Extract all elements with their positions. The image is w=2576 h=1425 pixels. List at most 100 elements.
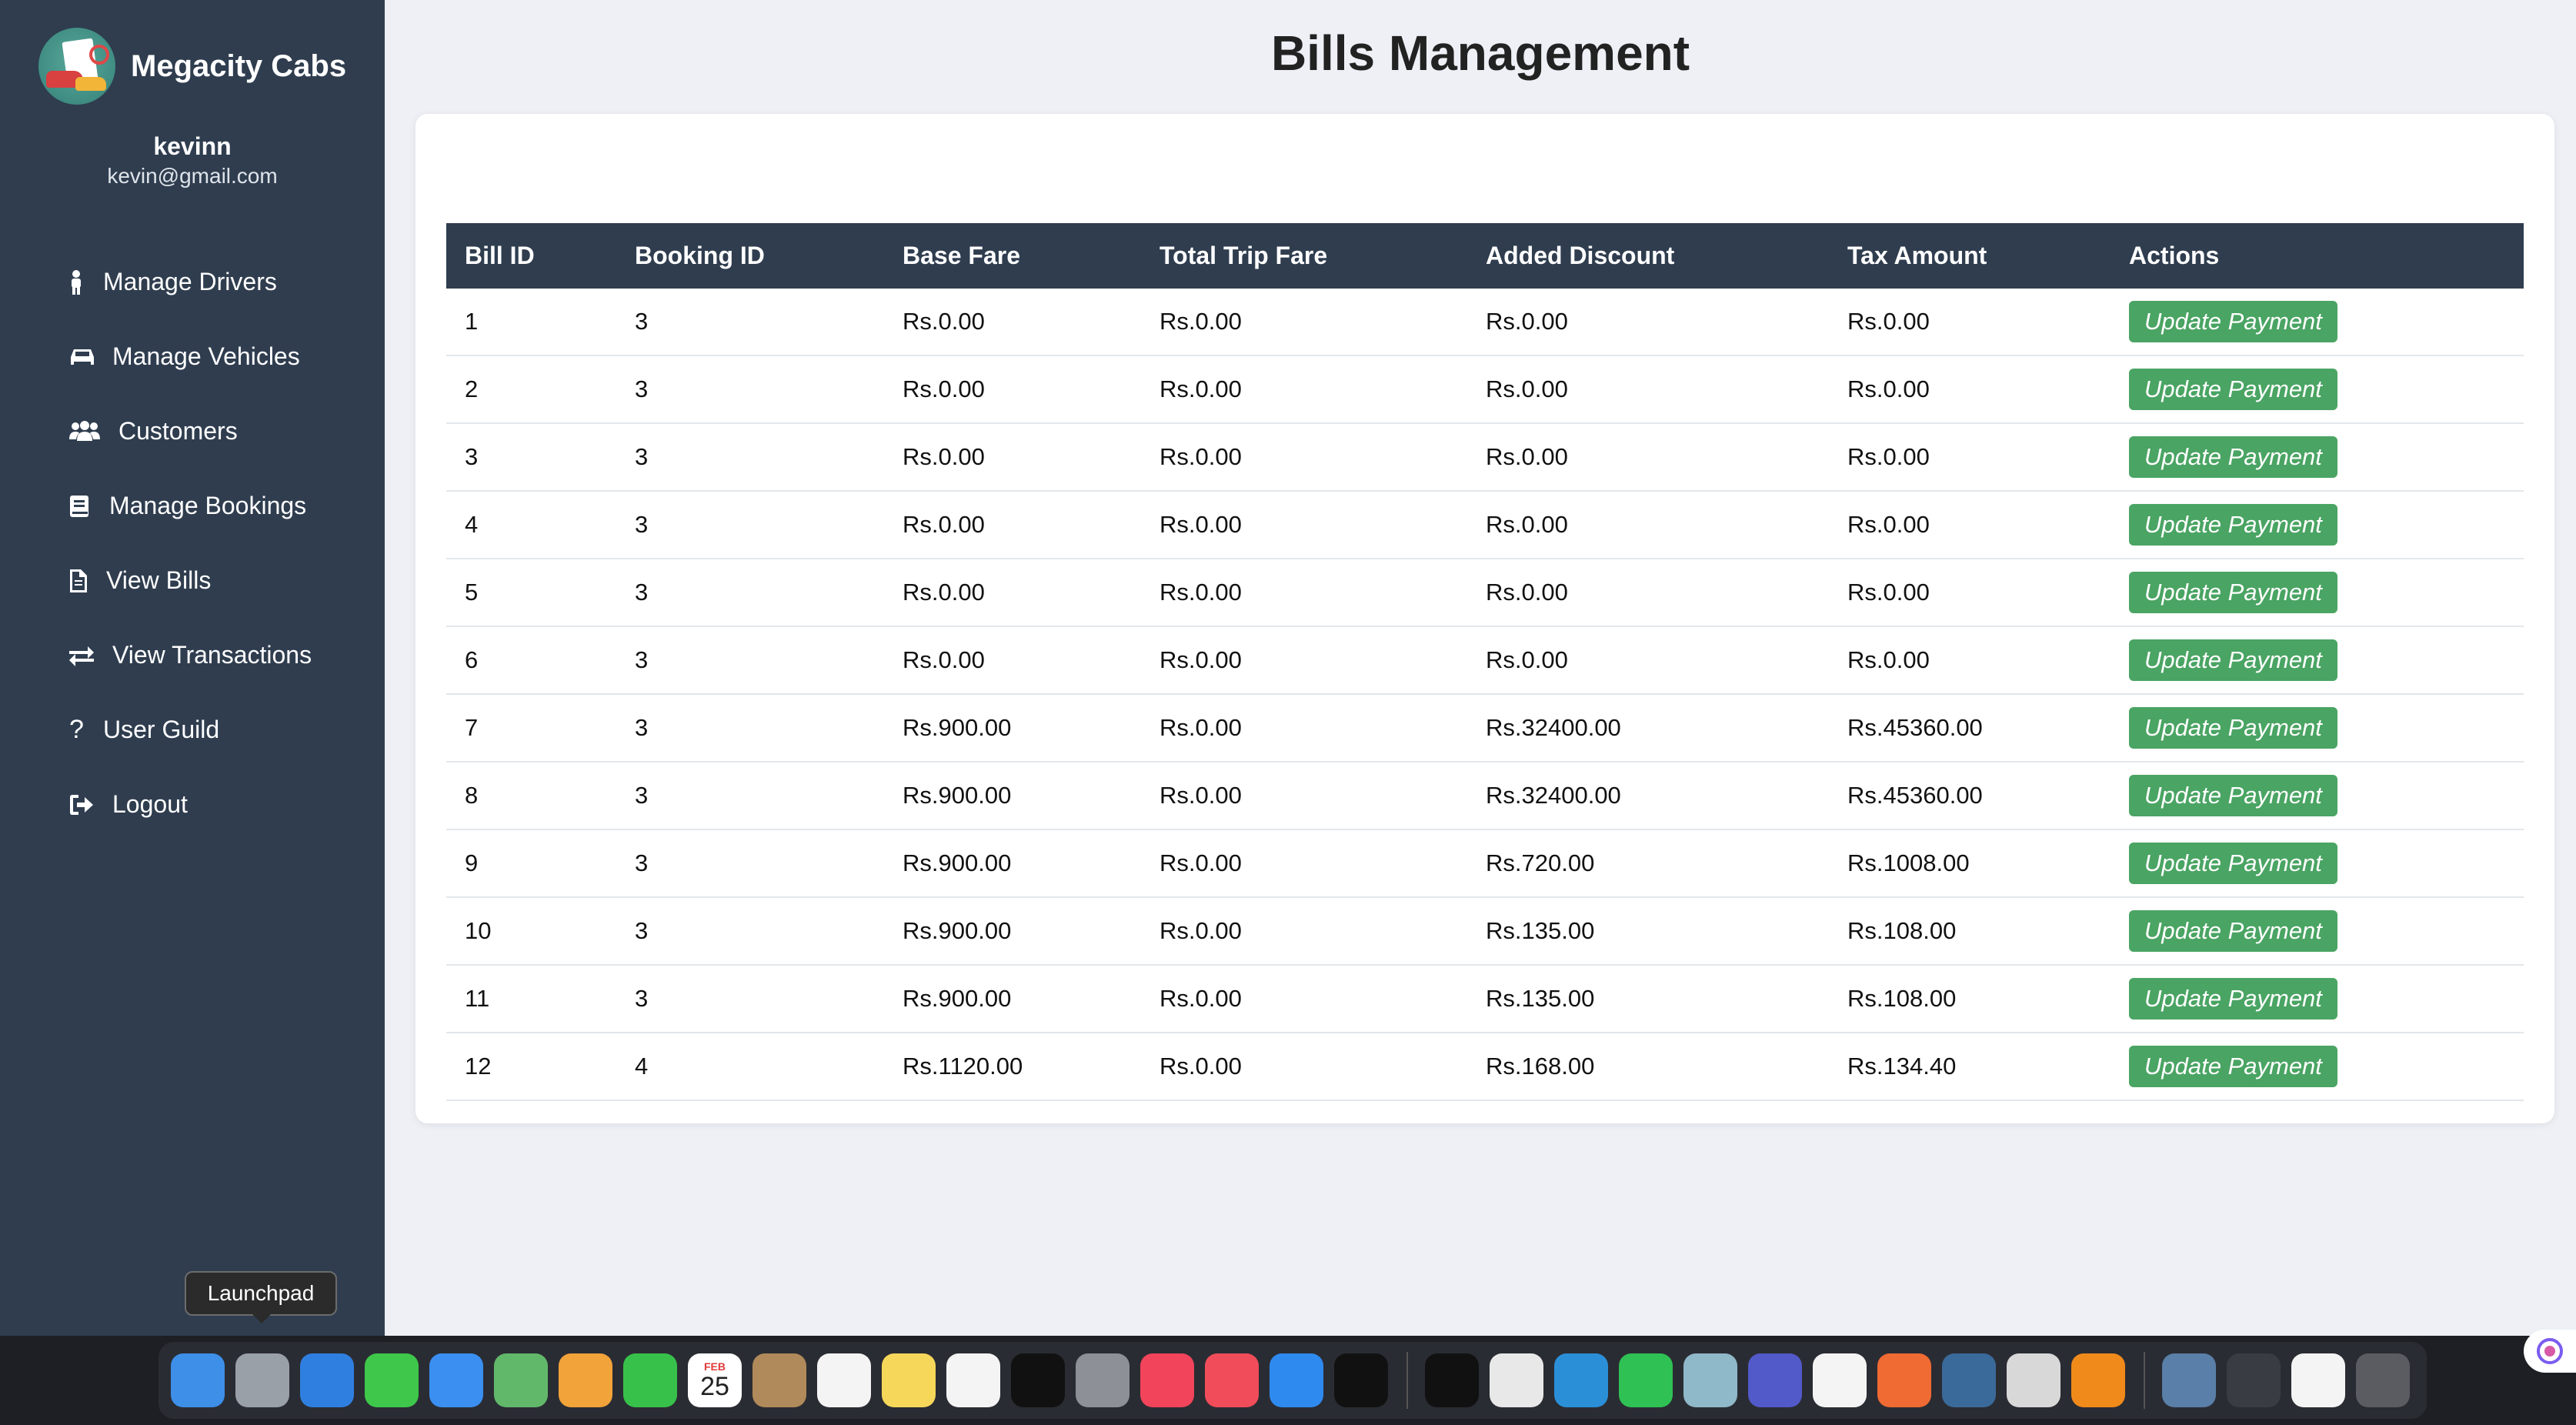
actions-cell: Update Payment bbox=[2111, 289, 2524, 356]
logout-icon bbox=[69, 793, 112, 816]
table-cell: 4 bbox=[446, 491, 616, 559]
appletv-icon[interactable] bbox=[1011, 1353, 1065, 1407]
brand[interactable]: Megacity Cabs bbox=[38, 28, 346, 105]
column-header[interactable]: Added Discount bbox=[1467, 223, 1829, 289]
table-cell: Rs.0.00 bbox=[1141, 289, 1467, 356]
trash-icon[interactable] bbox=[2356, 1353, 2410, 1407]
sidebar-item-manage-bookings[interactable]: Manage Bookings bbox=[69, 469, 312, 543]
sidebar-item-logout[interactable]: Logout bbox=[69, 767, 312, 842]
hexagon-app-icon[interactable] bbox=[1683, 1353, 1737, 1407]
vlc-icon[interactable] bbox=[2071, 1353, 2125, 1407]
sidebar-item-label: Manage Drivers bbox=[103, 268, 277, 295]
sidebar-item-view-bills[interactable]: View Bills bbox=[69, 543, 312, 618]
finder-icon[interactable] bbox=[171, 1353, 225, 1407]
mysql-workbench-icon[interactable] bbox=[1942, 1353, 1996, 1407]
table-cell: 10 bbox=[446, 897, 616, 966]
table-cell: Rs.0.00 bbox=[884, 626, 1141, 695]
table-cell: Rs.0.00 bbox=[884, 289, 1141, 356]
mail-icon[interactable] bbox=[429, 1353, 483, 1407]
notes-icon[interactable] bbox=[882, 1353, 936, 1407]
postman-icon[interactable] bbox=[1877, 1353, 1931, 1407]
column-header[interactable]: Total Trip Fare bbox=[1141, 223, 1467, 289]
update-payment-button[interactable]: Update Payment bbox=[2129, 572, 2337, 613]
messages-icon[interactable] bbox=[365, 1353, 419, 1407]
window-thumbnail-icon[interactable] bbox=[2227, 1353, 2281, 1407]
contacts-icon[interactable] bbox=[752, 1353, 806, 1407]
update-payment-button[interactable]: Update Payment bbox=[2129, 369, 2337, 410]
sidebar-item-user-guild[interactable]: ? User Guild bbox=[69, 692, 312, 767]
document-stack-icon[interactable] bbox=[2162, 1353, 2216, 1407]
column-header[interactable]: Bill ID bbox=[446, 223, 616, 289]
launchpad-icon[interactable] bbox=[235, 1353, 289, 1407]
update-payment-button[interactable]: Update Payment bbox=[2129, 1046, 2337, 1087]
update-payment-button[interactable]: Update Payment bbox=[2129, 436, 2337, 478]
table-cell: 1 bbox=[446, 289, 616, 356]
table-row: 3 3 Rs.0.00 Rs.0.00 Rs.0.00 Rs.0.00 Update Pay… bbox=[446, 423, 2524, 492]
exchange-icon bbox=[69, 645, 112, 666]
sidebar: Megacity Cabs kevinn kevin@gmail.com Man… bbox=[0, 0, 385, 1425]
update-payment-button[interactable]: Update Payment bbox=[2129, 301, 2337, 342]
sidebar-item-label: User Guild bbox=[103, 716, 220, 743]
car-icon bbox=[69, 346, 112, 368]
table-cell: Rs.900.00 bbox=[884, 897, 1141, 966]
table-cell: Rs.108.00 bbox=[1829, 965, 2111, 1033]
table-cell: Rs.108.00 bbox=[1829, 897, 2111, 966]
photos-icon[interactable] bbox=[559, 1353, 612, 1407]
table-cell: Rs.0.00 bbox=[1467, 423, 1829, 492]
mongodb-icon[interactable] bbox=[1813, 1353, 1867, 1407]
facetime-icon[interactable] bbox=[623, 1353, 677, 1407]
table-cell: Rs.0.00 bbox=[1141, 829, 1467, 898]
freeform-icon[interactable] bbox=[946, 1353, 1000, 1407]
users-icon bbox=[69, 420, 118, 442]
column-header[interactable]: Actions bbox=[2111, 223, 2524, 289]
table-cell: 3 bbox=[616, 965, 884, 1033]
sketch-tool-icon[interactable] bbox=[2007, 1353, 2060, 1407]
sidebar-item-manage-vehicles[interactable]: Manage Vehicles bbox=[69, 319, 312, 394]
table-cell: Rs.134.40 bbox=[1829, 1033, 2111, 1101]
music-icon[interactable] bbox=[1140, 1353, 1194, 1407]
column-header[interactable]: Base Fare bbox=[884, 223, 1141, 289]
calendar-icon[interactable]: FEB 25 bbox=[688, 1353, 742, 1407]
book-icon bbox=[69, 495, 109, 518]
reminders-icon[interactable] bbox=[817, 1353, 871, 1407]
table-row: 8 3 Rs.900.00 Rs.0.00 Rs.32400.00 Rs.45360.00… bbox=[446, 762, 2524, 830]
maps-icon[interactable] bbox=[494, 1353, 548, 1407]
vscode-icon[interactable] bbox=[1554, 1353, 1608, 1407]
update-payment-button[interactable]: Update Payment bbox=[2129, 504, 2337, 546]
news-icon[interactable] bbox=[1205, 1353, 1259, 1407]
table-row: 1 3 Rs.0.00 Rs.0.00 Rs.0.00 Rs.0.00 Update Pay… bbox=[446, 289, 2524, 356]
teams-icon[interactable] bbox=[1748, 1353, 1802, 1407]
update-payment-button[interactable]: Update Payment bbox=[2129, 843, 2337, 884]
calendar-day: 25 bbox=[700, 1372, 729, 1401]
siri-icon[interactable] bbox=[2524, 1330, 2576, 1373]
update-payment-button[interactable]: Update Payment bbox=[2129, 775, 2337, 816]
chrome-icon[interactable] bbox=[1490, 1353, 1543, 1407]
terminal-icon[interactable] bbox=[1334, 1353, 1388, 1407]
table-row: 12 4 Rs.1120.00 Rs.0.00 Rs.168.00 Rs.134.40 Up… bbox=[446, 1033, 2524, 1101]
update-payment-button[interactable]: Update Payment bbox=[2129, 707, 2337, 749]
actions-cell: Update Payment bbox=[2111, 694, 2524, 763]
table-cell: Rs.0.00 bbox=[1141, 965, 1467, 1033]
table-cell: 3 bbox=[616, 897, 884, 966]
cube-app-icon[interactable] bbox=[1425, 1353, 1479, 1407]
table-cell: 7 bbox=[446, 694, 616, 763]
sidebar-item-customers[interactable]: Customers bbox=[69, 394, 312, 469]
safari-icon[interactable] bbox=[300, 1353, 354, 1407]
window-thumbnail-icon[interactable] bbox=[2291, 1353, 2345, 1407]
appstore-icon[interactable] bbox=[1270, 1353, 1323, 1407]
table-cell: Rs.0.00 bbox=[1829, 289, 2111, 356]
whatsapp-icon[interactable] bbox=[1619, 1353, 1673, 1407]
update-payment-button[interactable]: Update Payment bbox=[2129, 978, 2337, 1020]
update-payment-button[interactable]: Update Payment bbox=[2129, 910, 2337, 952]
system-settings-icon[interactable] bbox=[1076, 1353, 1130, 1407]
column-header[interactable]: Booking ID bbox=[616, 223, 884, 289]
update-payment-button[interactable]: Update Payment bbox=[2129, 639, 2337, 681]
table-cell: Rs.0.00 bbox=[1467, 626, 1829, 695]
table-cell: Rs.0.00 bbox=[884, 491, 1141, 559]
dock-separator bbox=[2144, 1352, 2145, 1409]
sidebar-item-manage-drivers[interactable]: Manage Drivers bbox=[69, 245, 312, 319]
sidebar-item-view-transactions[interactable]: View Transactions bbox=[69, 618, 312, 692]
table-cell: 6 bbox=[446, 626, 616, 695]
sidebar-item-label: Manage Bookings bbox=[109, 492, 307, 519]
column-header[interactable]: Tax Amount bbox=[1829, 223, 2111, 289]
